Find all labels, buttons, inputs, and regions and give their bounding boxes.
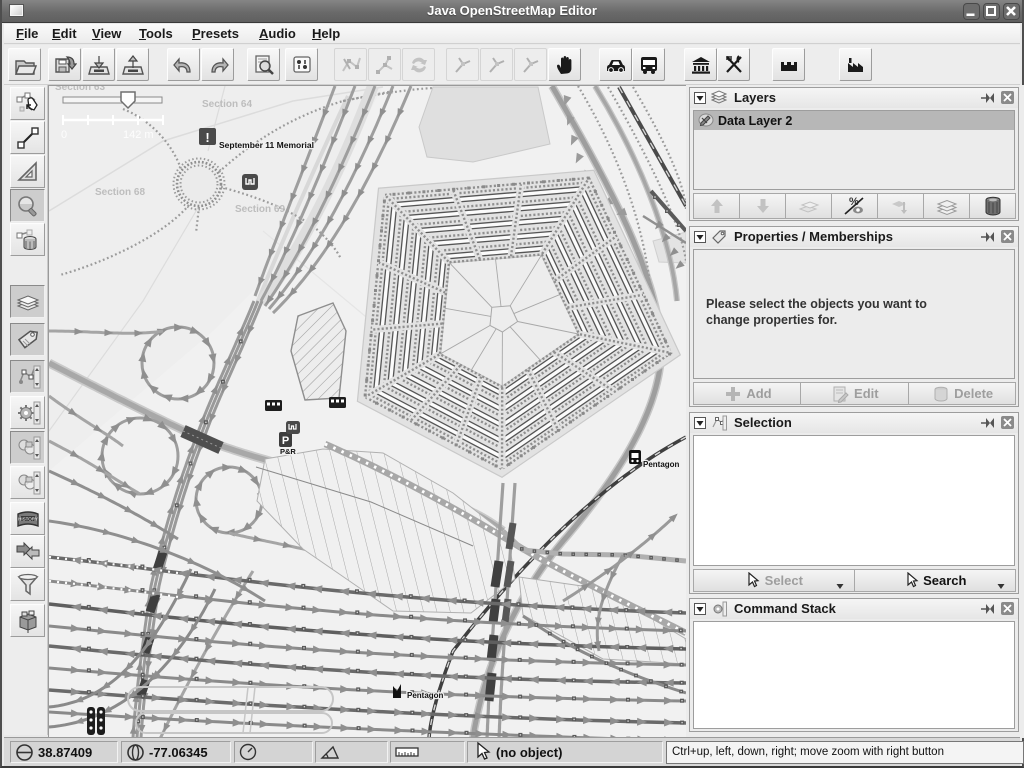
svg-text:Section 69: Section 69: [235, 204, 285, 215]
svg-text:HISTORY: HISTORY: [18, 516, 38, 521]
svg-text:Section 63: Section 63: [55, 86, 105, 93]
svg-text:P: P: [282, 435, 289, 447]
svg-text:Section 68: Section 68: [95, 187, 145, 198]
svg-text:Section 64: Section 64: [202, 99, 252, 110]
svg-text:Pentagon: Pentagon: [643, 460, 680, 469]
svg-text:!: !: [205, 130, 209, 145]
svg-text:Pentagon: Pentagon: [407, 691, 444, 700]
svg-text:P&R: P&R: [280, 447, 296, 456]
svg-text:0: 0: [61, 129, 67, 141]
svg-text:142 m: 142 m: [123, 129, 154, 141]
svg-text:September 11 Memorial: September 11 Memorial: [219, 140, 314, 150]
